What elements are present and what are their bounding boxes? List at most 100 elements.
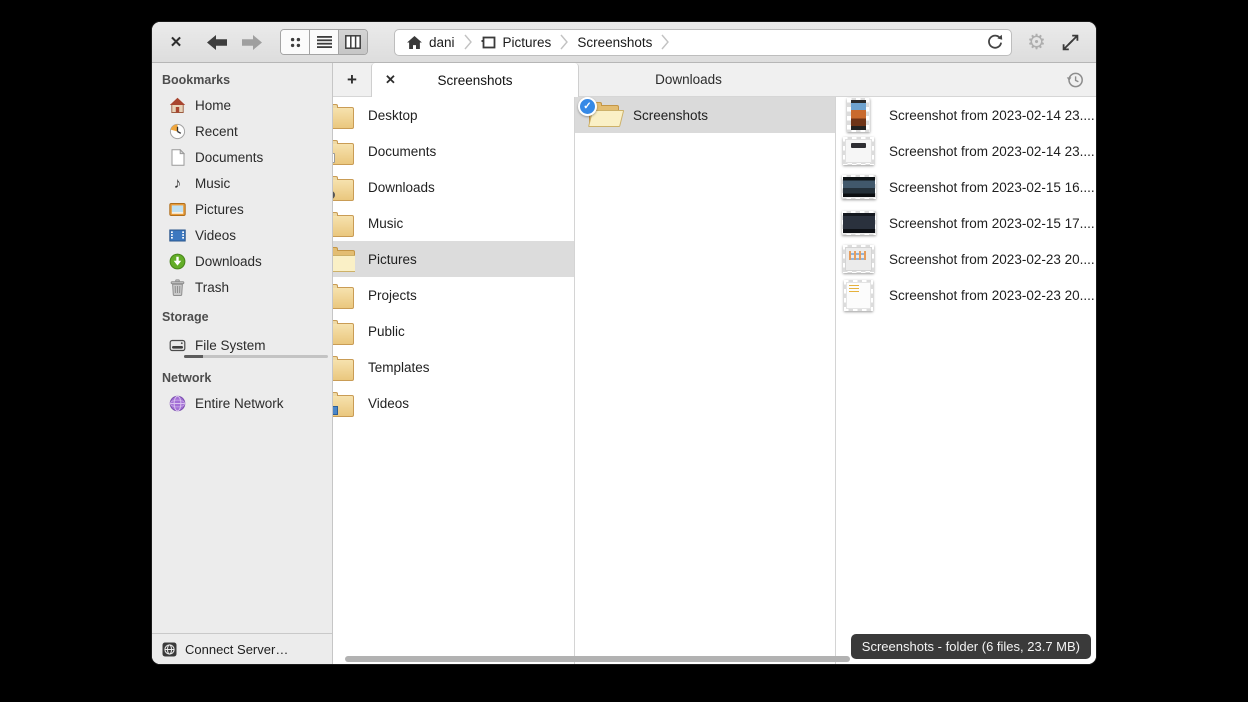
nav-buttons [206, 34, 263, 51]
miller-columns: Desktop Documents ↓ Downloads ♪ Music [333, 97, 1096, 664]
screen: ✕ [0, 0, 1248, 702]
disk-usage-fill [184, 355, 203, 358]
folder-icon: ↓ [333, 179, 354, 201]
list-item[interactable]: ♪ Music [333, 205, 574, 241]
document-icon [169, 149, 186, 166]
forward-button[interactable] [241, 34, 263, 51]
sidebar-item-videos[interactable]: Videos [152, 222, 332, 248]
breadcrumb-pictures[interactable]: Pictures [481, 35, 552, 50]
history-button[interactable] [1054, 63, 1096, 96]
settings-button[interactable]: ⚙ [1027, 32, 1046, 53]
list-item[interactable]: Screenshot from 2023-02-14 23.... [836, 133, 1096, 169]
chevron-right-icon [661, 31, 669, 53]
selected-check-badge: ✓ [578, 97, 597, 116]
list-item[interactable]: ↓ Downloads [333, 169, 574, 205]
file-name: Screenshot from 2023-02-15 16.... [889, 180, 1095, 195]
sidebar-item-label: Videos [195, 228, 236, 243]
list-item[interactable]: Projects [333, 277, 574, 313]
column-places: Desktop Documents ↓ Downloads ♪ Music [333, 97, 575, 664]
home-icon [407, 36, 422, 49]
chevron-right-icon [464, 31, 472, 53]
list-item-selected[interactable]: ✓ Screenshots [575, 97, 835, 133]
sidebar-item-home[interactable]: Home [152, 92, 332, 118]
folder-icon: < [333, 323, 354, 345]
list-item[interactable]: Videos [333, 385, 574, 421]
list-item[interactable]: < Public [333, 313, 574, 349]
tab-close-icon[interactable]: ✕ [385, 72, 396, 88]
new-tab-button[interactable]: + [333, 63, 371, 96]
home-folder-icon [169, 97, 186, 114]
list-item[interactable]: ◣ Templates [333, 349, 574, 385]
sidebar-item-entire-network[interactable]: Entire Network [152, 390, 332, 416]
file-thumbnail [842, 211, 876, 235]
refresh-button[interactable] [987, 34, 1003, 50]
view-switcher [280, 29, 368, 55]
breadcrumb-label: Pictures [503, 35, 552, 50]
gear-icon: ⚙ [1027, 31, 1046, 54]
disk-usage-bar [184, 355, 328, 358]
sidebar-item-music[interactable]: ♪ Music [152, 170, 332, 196]
image-icon [481, 35, 496, 49]
file-thumbnail [842, 175, 876, 199]
open-folder-icon [333, 248, 355, 272]
status-tooltip: Screenshots - folder (6 files, 23.7 MB) [851, 634, 1091, 659]
trash-icon [169, 279, 186, 296]
list-item[interactable]: Screenshot from 2023-02-23 20.... [836, 277, 1096, 313]
network-globe-icon [169, 395, 186, 412]
file-name: Screenshot from 2023-02-14 23.... [889, 108, 1095, 123]
list-item[interactable]: Screenshot from 2023-02-23 20.... [836, 241, 1096, 277]
sidebar-item-downloads[interactable]: Downloads [152, 248, 332, 274]
file-manager-window: ✕ [152, 22, 1096, 664]
server-globe-icon [162, 642, 177, 657]
sidebar-item-label: Recent [195, 124, 238, 139]
list-item-selected[interactable]: Pictures [333, 241, 574, 277]
sidebar-item-recent[interactable]: Recent [152, 118, 332, 144]
file-name: Screenshot from 2023-02-23 20.... [889, 288, 1095, 303]
sidebar-item-documents[interactable]: Documents [152, 144, 332, 170]
horizontal-scrollbar-thumb[interactable] [345, 656, 850, 662]
tab-screenshots[interactable]: ✕ Screenshots [371, 63, 579, 97]
grid-view-button[interactable] [281, 30, 310, 54]
sidebar-item-label: Trash [195, 280, 229, 295]
column-view-button[interactable] [339, 30, 367, 54]
sidebar-item-trash[interactable]: Trash [152, 274, 332, 300]
sidebar-section-network: Network [152, 361, 332, 390]
tab-downloads[interactable]: Downloads [579, 63, 798, 96]
back-button[interactable] [206, 34, 228, 51]
file-name: Screenshot from 2023-02-23 20.... [889, 252, 1095, 267]
chevron-right-icon [560, 31, 568, 53]
list-item[interactable]: Desktop [333, 97, 574, 133]
folder-icon [333, 395, 354, 417]
file-thumbnail [843, 245, 874, 273]
column-view-icon [345, 35, 361, 49]
column-pictures: ✓ Screenshots [575, 97, 836, 664]
list-item[interactable]: Screenshot from 2023-02-14 23.... [836, 97, 1096, 133]
tab-bar-spacer [798, 63, 1054, 96]
folder-icon: ♪ [333, 215, 354, 237]
breadcrumb-home[interactable]: dani [407, 35, 455, 50]
breadcrumb-screenshots[interactable]: Screenshots [577, 35, 652, 50]
window-close-button[interactable]: ✕ [166, 33, 186, 51]
list-item[interactable]: Screenshot from 2023-02-15 16.... [836, 169, 1096, 205]
fullscreen-button[interactable] [1062, 34, 1079, 51]
breadcrumb-label: Screenshots [577, 35, 652, 50]
download-icon [169, 253, 186, 270]
sidebar-item-label: Music [195, 176, 230, 191]
sidebar-item-label: Home [195, 98, 231, 113]
film-icon [169, 227, 186, 244]
connect-server-label: Connect Server… [185, 642, 288, 657]
path-bar[interactable]: dani Pictures [394, 29, 1012, 56]
sidebar: Bookmarks Home [152, 63, 333, 664]
sidebar-section-storage: Storage [152, 300, 332, 329]
folder-icon [333, 107, 354, 129]
sidebar-item-file-system[interactable]: File System [152, 329, 332, 361]
file-thumbnail [843, 137, 874, 165]
photo-icon [169, 201, 186, 218]
list-item[interactable]: Screenshot from 2023-02-15 17.... [836, 205, 1096, 241]
list-item[interactable]: Documents [333, 133, 574, 169]
list-view-button[interactable] [310, 30, 339, 54]
grid-view-icon [288, 35, 303, 50]
folder-icon [333, 143, 354, 165]
connect-server-button[interactable]: Connect Server… [152, 633, 332, 664]
sidebar-item-pictures[interactable]: Pictures [152, 196, 332, 222]
